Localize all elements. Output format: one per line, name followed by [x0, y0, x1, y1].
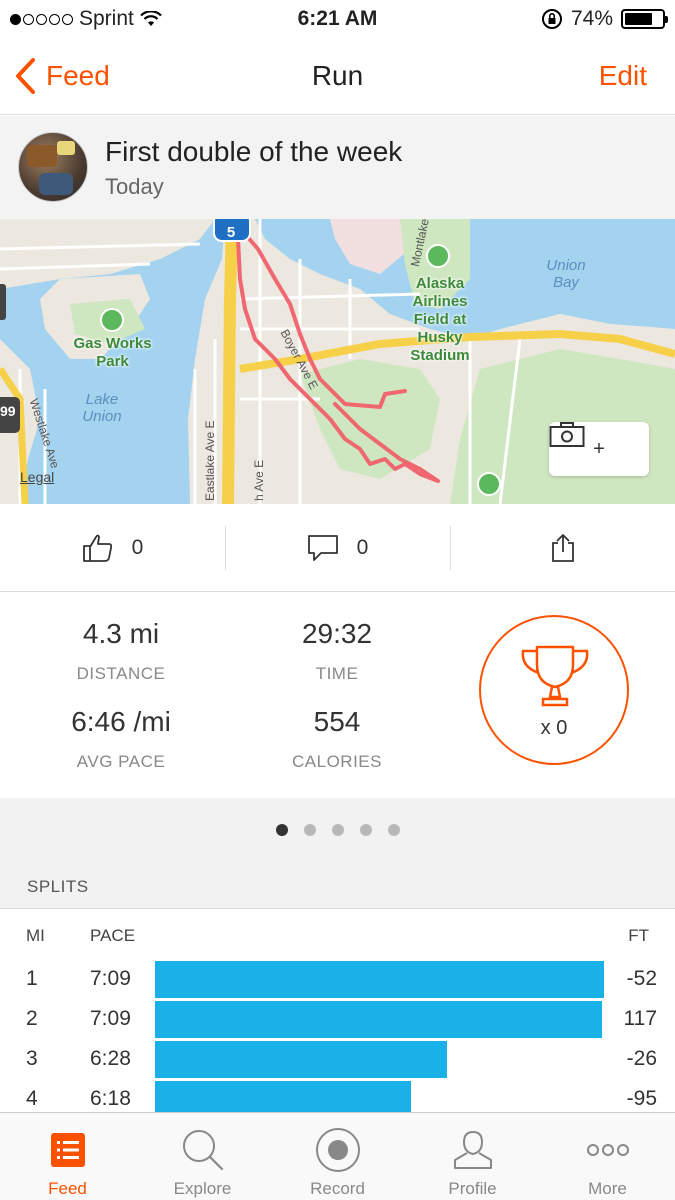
kudos-count: 0 [131, 536, 144, 559]
status-bar: Sprint 6:21 AM 74% [0, 0, 675, 40]
page-dot[interactable] [387, 824, 400, 836]
splits-header-pace: PACE [90, 926, 136, 945]
stat-pace: 6:46 /mi AVG PACE [11, 706, 231, 772]
activity-title: First double of the week [105, 136, 403, 167]
more-icon [540, 1127, 675, 1173]
split-pace-bar [155, 1041, 447, 1078]
split-pace-bar [155, 961, 604, 998]
profile-icon [405, 1127, 540, 1173]
splits-header-ft: FT [628, 926, 649, 945]
orientation-lock-icon [541, 9, 562, 29]
split-elevation: -95 [626, 1087, 657, 1110]
trophy-icon [521, 645, 589, 707]
camera-icon [549, 422, 585, 447]
tab-explore-label: Explore [173, 1179, 232, 1198]
calories-value: 554 [313, 706, 361, 737]
time-label: TIME [315, 664, 359, 683]
table-row: 1 7:09 -52 [0, 961, 675, 999]
add-photo-plus: + [593, 437, 605, 460]
stat-calories: 554 CALORIES [227, 706, 447, 772]
tab-bar: Feed Explore Record Profile More [0, 1112, 675, 1200]
page-dot[interactable] [331, 824, 344, 836]
split-elevation: -52 [626, 967, 657, 990]
tab-profile-label: Profile [448, 1179, 497, 1198]
route-map[interactable]: 5 99 Gas Works Park Lake Union Union Bay… [0, 219, 675, 504]
avatar[interactable] [18, 132, 88, 202]
split-pace-bar [155, 1001, 602, 1038]
pace-label: AVG PACE [76, 752, 166, 771]
splits-table: MI PACE FT 1 7:09 -52 2 7:09 117 3 6:28 -26 4 6:18… [0, 908, 675, 1112]
split-mile: 4 [26, 1087, 38, 1110]
legal-link[interactable]: Legal [20, 469, 54, 485]
map-label-union-bay: Union Bay [546, 257, 586, 291]
table-row: 3 6:28 -26 [0, 1041, 675, 1079]
share-icon [551, 534, 574, 562]
route-99-label: 99 [0, 403, 16, 419]
tab-more-label: More [588, 1179, 627, 1198]
activity-date: Today [105, 174, 164, 199]
page-title: Run [311, 60, 364, 91]
split-mile: 1 [26, 967, 38, 990]
page-dot[interactable] [303, 824, 316, 836]
stat-distance: 4.3 mi DISTANCE [11, 618, 231, 684]
page-indicator[interactable] [0, 824, 675, 836]
split-mile: 2 [26, 1007, 38, 1030]
interstate-5-label: 5 [226, 224, 236, 241]
social-bar: 0 0 [0, 504, 675, 592]
search-icon [135, 1127, 270, 1173]
split-pace: 7:09 [90, 967, 131, 990]
tab-feed-label: Feed [48, 1179, 87, 1198]
comment-count: 0 [356, 536, 369, 559]
battery-icon [621, 9, 668, 29]
tab-feed[interactable]: Feed [0, 1113, 135, 1200]
split-elevation: -26 [626, 1047, 657, 1070]
tab-profile[interactable]: Profile [405, 1113, 540, 1200]
activity-stats: 4.3 mi DISTANCE 29:32 TIME 6:46 /mi AVG … [0, 593, 675, 798]
split-mile: 3 [26, 1047, 38, 1070]
split-pace-bar [155, 1081, 411, 1112]
distance-label: DISTANCE [76, 664, 166, 683]
map-label-husky-stadium: Alaska Airlines Field at Husky Stadium [410, 275, 470, 364]
achievements-badge[interactable]: x 0 [479, 615, 629, 765]
battery-percent: 74% [570, 7, 613, 30]
stat-time: 29:32 TIME [227, 618, 447, 684]
split-elevation: 117 [623, 1007, 657, 1030]
edit-button[interactable]: Edit [599, 60, 647, 92]
table-row: 4 6:18 -95 [0, 1081, 675, 1112]
map-label-eastlake: Eastlake Ave E [203, 420, 217, 502]
map-label-lake-union: Lake Union [82, 391, 122, 425]
split-pace: 6:18 [90, 1087, 131, 1110]
kudos-button[interactable]: 0 [0, 504, 225, 592]
tab-record[interactable]: Record [270, 1113, 405, 1200]
map-label-gas-works: Gas Works Park [73, 335, 152, 370]
record-icon [270, 1127, 405, 1173]
activity-header: First double of the week Today [0, 116, 675, 219]
splits-header-mi: MI [26, 926, 45, 945]
comment-icon [307, 535, 338, 561]
comment-button[interactable]: 0 [225, 504, 450, 592]
battery-group: 74% [541, 7, 668, 31]
tab-explore[interactable]: Explore [135, 1113, 270, 1200]
tab-more[interactable]: More [540, 1113, 675, 1200]
add-photo-button[interactable]: + [549, 422, 649, 476]
pace-value: 6:46 /mi [71, 706, 171, 737]
distance-value: 4.3 mi [82, 618, 160, 649]
split-pace: 7:09 [90, 1007, 131, 1030]
page-dot[interactable] [275, 824, 288, 836]
feed-icon [0, 1127, 135, 1173]
nav-bar: Feed Run Edit [0, 40, 675, 115]
pager-area: SPLITS [0, 798, 675, 908]
table-row: 2 7:09 117 [0, 1001, 675, 1039]
share-button[interactable] [450, 504, 675, 592]
split-pace: 6:28 [90, 1047, 131, 1070]
tab-record-label: Record [310, 1179, 365, 1198]
thumbs-up-icon [82, 534, 112, 562]
time-value: 29:32 [301, 618, 373, 649]
page-dot[interactable] [359, 824, 372, 836]
achievement-count: x 0 [540, 717, 568, 739]
map-label-harvard: h Ave E [252, 459, 266, 501]
splits-title: SPLITS [27, 877, 89, 896]
calories-label: CALORIES [292, 752, 382, 771]
